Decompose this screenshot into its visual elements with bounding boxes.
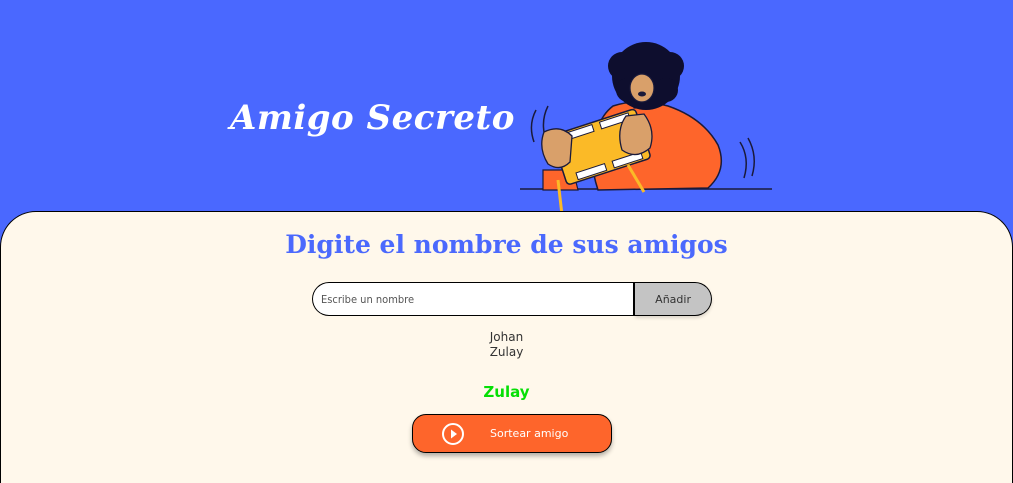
list-item: Johan bbox=[489, 330, 524, 344]
draw-button-label: Sortear amigo bbox=[490, 427, 569, 440]
draw-friend-button[interactable]: Sortear amigo bbox=[412, 414, 612, 453]
draw-result: Zulay bbox=[483, 383, 530, 401]
friend-list: Johan Zulay bbox=[1, 330, 1012, 360]
app-title: Amigo Secreto bbox=[230, 98, 515, 138]
main-panel: Digite el nombre de sus amigos Añadir Jo… bbox=[0, 211, 1013, 483]
add-button[interactable]: Añadir bbox=[635, 282, 712, 316]
list-item: Zulay bbox=[489, 345, 524, 359]
person-holding-gift-illustration bbox=[520, 42, 772, 215]
play-circle-icon bbox=[442, 422, 464, 445]
section-title: Digite el nombre de sus amigos bbox=[285, 230, 728, 259]
input-row: Añadir bbox=[312, 282, 712, 316]
name-input[interactable] bbox=[312, 282, 636, 316]
header: Amigo Secreto bbox=[0, 0, 1013, 215]
